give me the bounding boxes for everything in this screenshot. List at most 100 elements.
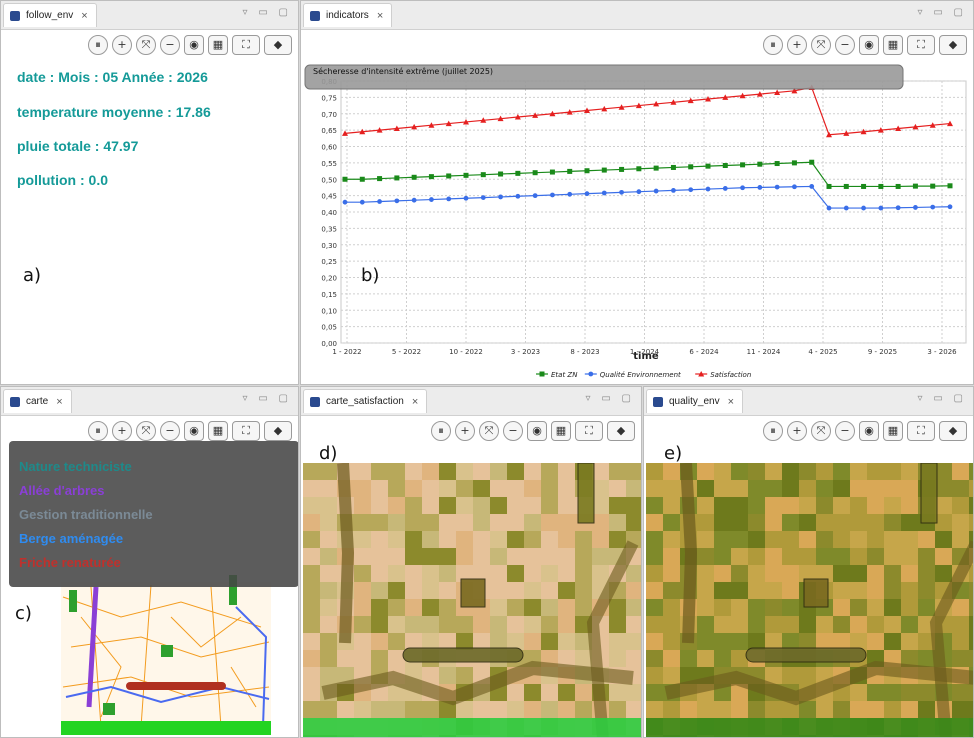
map-cell — [456, 633, 473, 650]
tab-quality-env[interactable]: quality_env × — [646, 389, 744, 413]
map-cell — [782, 582, 799, 599]
fit-icon[interactable]: ⤧ — [136, 35, 156, 55]
tab-indicators[interactable]: indicators × — [303, 3, 393, 27]
map-cell — [901, 701, 918, 718]
fullscreen-icon[interactable]: ⛶ — [907, 421, 935, 441]
map-cell — [697, 514, 714, 531]
zoom-out-icon[interactable]: − — [160, 35, 180, 55]
camera-icon[interactable]: ◉ — [859, 35, 879, 55]
map-cell — [303, 633, 320, 650]
data-point — [567, 191, 573, 197]
data-point — [394, 175, 400, 181]
map-cell — [646, 480, 663, 497]
map-cell — [422, 463, 439, 480]
zoom-out-icon[interactable]: − — [835, 35, 855, 55]
close-icon[interactable]: × — [377, 10, 383, 22]
map-cell — [507, 582, 524, 599]
zoom-in-icon[interactable]: + — [787, 421, 807, 441]
map-cell — [952, 599, 969, 616]
fit-icon[interactable]: ⤧ — [811, 35, 831, 55]
map-cell — [422, 599, 439, 616]
grid-icon[interactable]: ▦ — [551, 421, 571, 441]
close-icon[interactable]: × — [412, 396, 418, 408]
pause-icon[interactable]: ⏸ — [763, 421, 783, 441]
map-cell — [473, 497, 490, 514]
zoom-in-icon[interactable]: + — [787, 35, 807, 55]
pause-icon[interactable]: ⏸ — [763, 35, 783, 55]
y-tick-label: 0,10 — [321, 307, 337, 315]
tab-follow-env[interactable]: follow_env × — [3, 3, 97, 27]
map-cell — [731, 616, 748, 633]
x-tick-label: 9 - 2025 — [868, 348, 897, 356]
map-cell — [507, 616, 524, 633]
map-cell — [609, 531, 626, 548]
map-cell — [748, 633, 765, 650]
map-cell — [524, 684, 541, 701]
map-cell — [490, 633, 507, 650]
map-cell — [541, 633, 558, 650]
map-cell — [371, 463, 388, 480]
grid-icon[interactable]: ▦ — [883, 421, 903, 441]
map-cell — [609, 650, 626, 667]
map-cell — [646, 701, 663, 718]
map-cell — [867, 548, 884, 565]
map-cell — [541, 480, 558, 497]
map-cell — [626, 514, 641, 531]
map-cell — [354, 514, 371, 531]
tab-bar: follow_env × ▿ ▭ ▢ — [1, 1, 298, 30]
map-cell — [507, 463, 524, 480]
tab-label: indicators — [326, 10, 369, 21]
carte-panel: carte × ▿ ▭ ▢ ⏸ + ⤧ − ◉ ▦ ⛶ ◆ Nature tec… — [0, 386, 299, 738]
zoom-out-icon[interactable]: − — [503, 421, 523, 441]
grid-icon[interactable]: ▦ — [208, 35, 228, 55]
satisfaction-map[interactable] — [303, 463, 642, 738]
camera-icon[interactable]: ◉ — [184, 35, 204, 55]
layers-icon[interactable]: ◆ — [264, 35, 292, 55]
map-cell — [680, 650, 697, 667]
layers-icon[interactable]: ◆ — [939, 35, 967, 55]
annotation-text: Sécheresse d'intensité extrême (juillet … — [313, 66, 493, 76]
camera-icon[interactable]: ◉ — [859, 421, 879, 441]
map-cell — [541, 616, 558, 633]
map-cell — [663, 616, 680, 633]
map-cell — [524, 582, 541, 599]
fullscreen-icon[interactable]: ⛶ — [232, 35, 260, 55]
zoom-out-icon[interactable]: − — [835, 421, 855, 441]
close-icon[interactable]: × — [81, 10, 87, 22]
tab-carte-satisfaction[interactable]: carte_satisfaction × — [303, 389, 428, 413]
map-cell — [405, 701, 422, 718]
map-cell — [901, 582, 918, 599]
data-point — [584, 168, 590, 174]
fit-icon[interactable]: ⤧ — [811, 421, 831, 441]
grid-icon[interactable]: ▦ — [883, 35, 903, 55]
window-controls[interactable]: ▿ ▭ ▢ — [243, 7, 292, 18]
data-point — [826, 183, 832, 189]
display-toolbar: ⏸ + ⤧ − ◉ ▦ ⛶ ◆ — [431, 420, 635, 442]
map-cell — [524, 565, 541, 582]
map-cell — [405, 616, 422, 633]
camera-icon[interactable]: ◉ — [527, 421, 547, 441]
close-icon[interactable]: × — [728, 396, 734, 408]
y-tick-label: 0,00 — [321, 340, 337, 348]
window-controls[interactable]: ▿ ▭ ▢ — [918, 7, 967, 18]
pause-icon[interactable]: ⏸ — [88, 35, 108, 55]
fit-icon[interactable]: ⤧ — [479, 421, 499, 441]
quality-map[interactable] — [646, 463, 974, 738]
x-tick-label: 4 - 2025 — [808, 348, 837, 356]
data-point — [947, 204, 953, 210]
zoom-in-icon[interactable]: + — [112, 35, 132, 55]
zoom-in-icon[interactable]: + — [455, 421, 475, 441]
pause-icon[interactable]: ⏸ — [431, 421, 451, 441]
map-cell — [969, 582, 973, 599]
layers-icon[interactable]: ◆ — [939, 421, 967, 441]
map-cell — [799, 514, 816, 531]
data-point — [601, 167, 607, 173]
map-cell — [405, 514, 422, 531]
map-cell — [320, 616, 337, 633]
layers-icon[interactable]: ◆ — [607, 421, 635, 441]
map-cell — [507, 480, 524, 497]
fullscreen-icon[interactable]: ⛶ — [575, 421, 603, 441]
window-controls[interactable]: ▿ ▭ ▢ — [918, 393, 967, 404]
fullscreen-icon[interactable]: ⛶ — [907, 35, 935, 55]
window-controls[interactable]: ▿ ▭ ▢ — [586, 393, 635, 404]
